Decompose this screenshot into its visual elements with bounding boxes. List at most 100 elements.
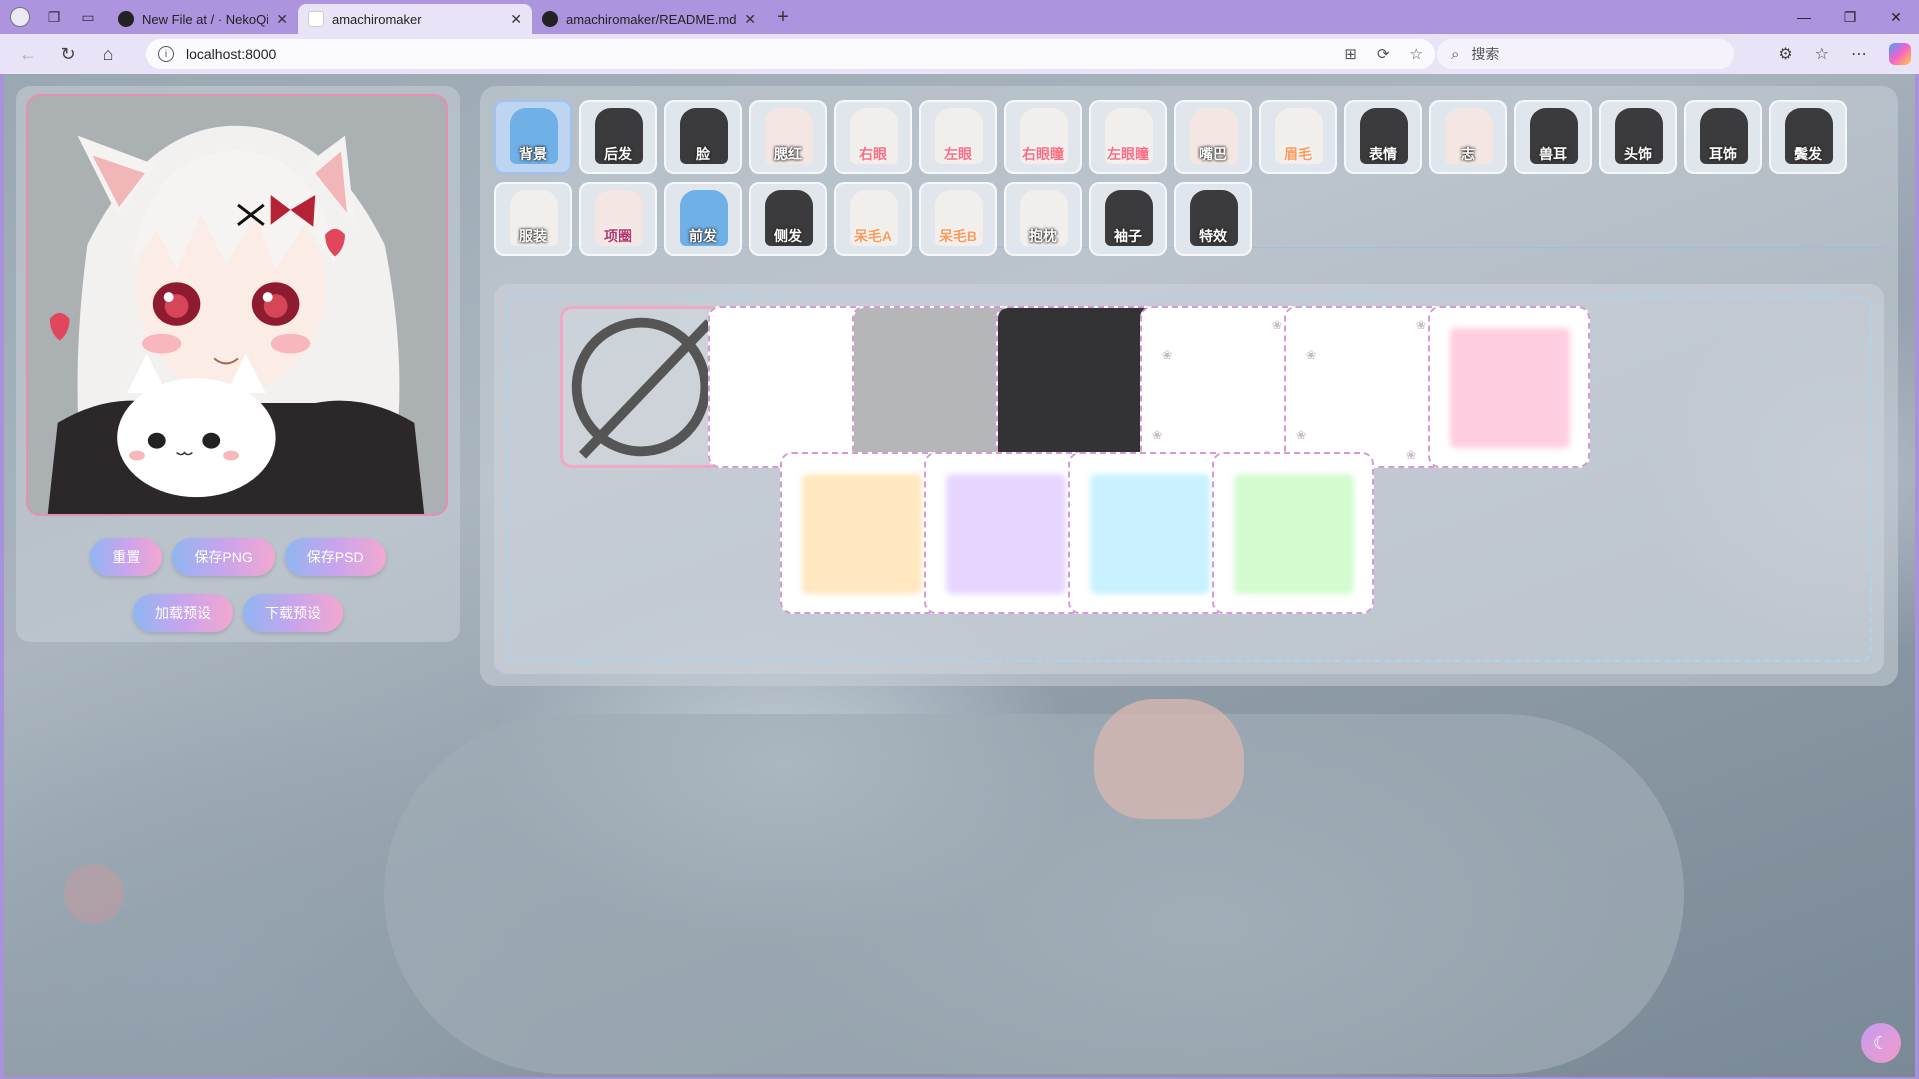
category-label: 腮红 [774,146,802,162]
background-option-sky[interactable] [1068,452,1230,614]
background-option-paw-white-2[interactable]: ❀ ❀ ❀ ❀ [1284,306,1446,468]
paw-print-icon: ❀ [1162,348,1173,362]
restore-icon[interactable]: ❐ [1827,0,1873,34]
close-tab-icon[interactable]: ✕ [744,11,756,28]
download-preset-button[interactable]: 下载预设 [243,594,343,632]
character-illustration [28,96,446,514]
favorites-icon[interactable]: ☆ [1815,44,1829,64]
moon-icon: ☾ [1872,1032,1890,1053]
save-psd-button[interactable]: 保存PSD [284,538,386,576]
category-label: 志 [1461,146,1475,162]
category-label: 右眼 [859,146,887,162]
workspaces-icon[interactable]: ❐ [40,3,68,31]
category-label: 抱枕 [1029,228,1057,244]
more-menu-icon[interactable]: ⋯ [1851,44,1867,64]
category-label: 呆毛A [853,228,893,244]
editor-panel: 背景 后发 脸 腮红 右眼 左眼 右眼瞳 左眼瞳 嘴巴 眉毛 表情 志 兽耳 头饰 耳饰 鬓发 服装 项圈 前发 侧… [480,86,1898,686]
search-icon: ⌕ [1451,45,1460,63]
background-option-pink[interactable] [1428,306,1590,468]
category-tab[interactable]: 背景 [494,100,572,174]
swatch-color [1234,474,1354,594]
back-icon[interactable]: ← [8,34,48,74]
save-png-button[interactable]: 保存PNG [172,538,275,576]
background-option-paw-white[interactable]: ❀❀❀❀ [1140,306,1302,468]
category-label: 服装 [519,228,547,244]
background-option-peach[interactable] [780,452,942,614]
profile-avatar-icon[interactable] [6,3,34,31]
category-tab[interactable]: 右眼 [834,100,912,174]
github-icon [118,11,134,27]
category-tab[interactable]: 侧发 [749,182,827,256]
extensions-icon[interactable]: ⚙ [1778,44,1792,64]
category-label: 头饰 [1624,146,1652,162]
category-tab[interactable]: 腮红 [749,100,827,174]
category-tab[interactable]: 左眼 [919,100,997,174]
favorite-star-icon[interactable]: ☆ [1410,45,1423,63]
close-tab-icon[interactable]: ✕ [510,11,522,28]
none-icon [571,317,713,459]
category-tab[interactable]: 项圈 [579,182,657,256]
tab-title: amachiromaker [332,11,422,27]
vertical-tabs-icon[interactable]: ▭ [74,3,102,31]
browser-tab-bar: ❐ ▭ New File at / · NekoQiye/RE-Ama ✕ am… [0,0,1919,34]
site-info-icon[interactable]: i [158,46,174,62]
home-icon[interactable]: ⌂ [88,34,128,74]
category-tab[interactable]: 脸 [664,100,742,174]
category-tab[interactable]: 呆毛B [919,182,997,256]
dark-mode-toggle[interactable]: ☾ [1861,1023,1901,1063]
background-option-none[interactable] [560,306,722,468]
background-option-mint[interactable] [1212,452,1374,614]
category-tab[interactable]: 嘴巴 [1174,100,1252,174]
copilot-icon[interactable] [1889,43,1911,65]
category-tab[interactable]: 表情 [1344,100,1422,174]
category-tab[interactable]: 左眼瞳 [1089,100,1167,174]
app-available-icon[interactable]: ⊞ [1344,45,1357,63]
paw-print-icon: ❀ [1416,318,1427,332]
background-option-gray[interactable] [852,306,1014,468]
reload-icon[interactable]: ↻ [48,34,88,74]
tab-readme[interactable]: amachiromaker/README.md at m ✕ [532,4,766,34]
category-tab[interactable]: 前发 [664,182,742,256]
background-option-lavender[interactable] [924,452,1086,614]
category-tab[interactable]: 志 [1429,100,1507,174]
category-tab[interactable]: 特效 [1174,182,1252,256]
category-tab[interactable]: 耳饰 [1684,100,1762,174]
category-tab[interactable]: 头饰 [1599,100,1677,174]
category-label: 右眼瞳 [1022,146,1064,162]
new-tab-button[interactable]: + [766,6,800,29]
category-tab[interactable]: 兽耳 [1514,100,1592,174]
background-option-black[interactable] [996,306,1158,468]
category-label: 脸 [696,146,710,162]
category-tab[interactable]: 眉毛 [1259,100,1337,174]
refresh-icon[interactable]: ⟳ [1377,45,1390,63]
category-tab[interactable]: 服装 [494,182,572,256]
category-label: 左眼瞳 [1107,146,1149,162]
background-option-white[interactable] [708,306,870,468]
category-label: 耳饰 [1709,146,1737,162]
tab-amachiromaker[interactable]: amachiromaker ✕ [298,4,532,34]
swatch-color [854,308,1012,466]
background-artwork-hand [1094,699,1244,819]
reset-button[interactable]: 重置 [90,538,163,576]
address-bar[interactable]: i localhost:8000 ⊞ ⟳ ☆ [146,39,1435,69]
category-label: 嘴巴 [1199,146,1227,162]
close-window-icon[interactable]: ✕ [1873,0,1919,34]
close-tab-icon[interactable]: ✕ [276,11,288,28]
category-label: 前发 [689,228,717,244]
paw-print-icon: ❀ [1272,318,1283,332]
category-label: 侧发 [774,228,802,244]
minimize-icon[interactable]: — [1781,0,1827,34]
category-tab[interactable]: 呆毛A [834,182,912,256]
category-tab[interactable]: 后发 [579,100,657,174]
load-preset-button[interactable]: 加载预设 [133,594,233,632]
option-panel: ❀❀❀❀❀❀❀❀ [494,284,1884,674]
paw-print-icon: ❀ [1406,448,1417,462]
swatch-color [946,474,1066,594]
category-tab[interactable]: 鬓发 [1769,100,1847,174]
category-tab[interactable]: 袖子 [1089,182,1167,256]
category-tab[interactable]: 抱枕 [1004,182,1082,256]
tab-new-file[interactable]: New File at / · NekoQiye/RE-Ama ✕ [108,4,298,34]
search-box[interactable]: ⌕ 搜索 [1437,39,1734,69]
paw-print-decoration [64,864,124,924]
category-tab[interactable]: 右眼瞳 [1004,100,1082,174]
